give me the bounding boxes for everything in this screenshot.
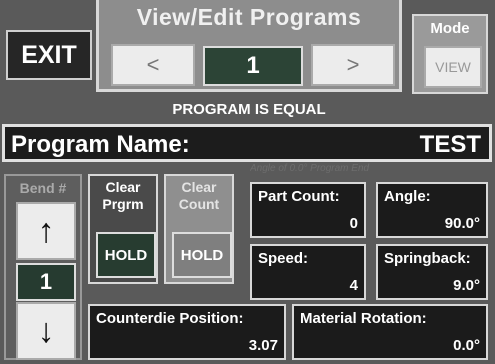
angle-label: Angle: [384,188,431,205]
program-number-display: 1 [203,46,303,86]
speed-label: Speed: [258,250,309,267]
clear-count-hold-button[interactable]: HOLD [172,232,232,278]
speed-value: 4 [349,277,358,294]
part-count-label: Part Count: [258,188,340,205]
angle-value: 90.0° [444,215,480,232]
springback-label: Springback: [384,250,471,267]
speed-field[interactable]: Speed: 4 [250,244,366,300]
clear-program-label: Clear Prgrm [102,179,144,212]
arrow-down-icon: ↓ [37,311,55,350]
program-name-label: Program Name: [11,131,190,158]
springback-field[interactable]: Springback: 9.0° [376,244,488,300]
mode-view-button[interactable]: VIEW [424,46,482,88]
exit-button[interactable]: EXIT [6,30,92,80]
program-name-row: Program Name: TEST [2,124,492,162]
panel-title: View/Edit Programs [136,4,362,30]
bend-number-display: 1 [16,263,76,301]
material-rotation-label: Material Rotation: [300,310,427,327]
bend-selector: Bend # ↑ 1 ↓ [4,174,82,360]
mode-panel: Mode VIEW [412,14,488,94]
mode-label: Mode [430,20,470,37]
counterdie-position-label: Counterdie Position: [96,310,244,327]
bend-up-button[interactable]: ↑ [16,202,76,260]
clear-count-label: Clear Count [178,179,220,212]
clear-count-panel: Clear Count HOLD [164,174,234,284]
view-edit-programs-panel: View/Edit Programs < 1 > [96,0,402,92]
program-status-text: PROGRAM IS EQUAL [172,101,326,118]
angle-field[interactable]: Angle: 90.0° [376,182,488,238]
bend-down-button[interactable]: ↓ [16,302,76,360]
arrow-up-icon: ↑ [37,211,55,250]
next-program-button[interactable]: > [311,44,395,86]
counterdie-position-field[interactable]: Counterdie Position: 3.07 [88,304,286,360]
material-rotation-field[interactable]: Material Rotation: 0.0° [292,304,488,360]
bend-label: Bend # [19,180,67,196]
faint-status-text: Angle of 0.0° Program End [250,163,370,174]
counterdie-position-value: 3.07 [248,337,278,354]
part-count-value: 0 [349,215,358,232]
prev-program-button[interactable]: < [111,44,195,86]
clear-program-panel: Clear Prgrm HOLD [88,174,158,284]
springback-value: 9.0° [453,277,480,294]
part-count-field[interactable]: Part Count: 0 [250,182,366,238]
material-rotation-value: 0.0° [453,337,480,354]
program-name-value[interactable]: TEST [420,131,481,159]
clear-program-hold-button[interactable]: HOLD [96,232,156,278]
